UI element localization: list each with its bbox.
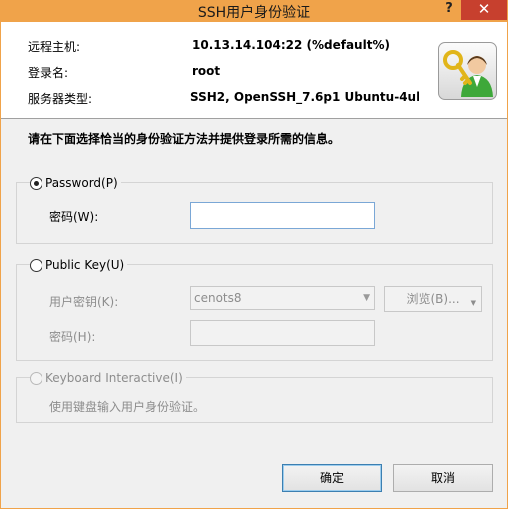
- remote-host-value: 10.13.14.104:22 (%default%): [192, 38, 390, 52]
- user-key-select[interactable]: cenots8 ▼: [190, 286, 375, 310]
- ok-button[interactable]: 确定: [282, 464, 382, 492]
- chevron-down-icon: ▼: [363, 293, 370, 303]
- key-user-icon: [438, 42, 497, 100]
- title-bar: SSH用户身份验证 ? ✕: [0, 0, 508, 22]
- passphrase-label: 密码(H):: [49, 330, 96, 344]
- password-input[interactable]: [190, 202, 375, 229]
- login-name-value: root: [192, 64, 221, 78]
- dropdown-arrow-icon: ▼: [470, 299, 476, 307]
- keyboard-interactive-description: 使用键盘输入用户身份验证。: [49, 400, 206, 414]
- browse-button[interactable]: 浏览(B)... ▼: [384, 286, 482, 312]
- remote-host-label: 远程主机:: [28, 40, 81, 54]
- window-title: SSH用户身份验证: [197, 5, 311, 21]
- dialog-body: 远程主机: 10.13.14.104:22 (%default%) 登录名: r…: [1, 22, 507, 508]
- password-radio-label[interactable]: Password(P): [42, 176, 121, 190]
- user-key-label: 用户密钥(K):: [49, 295, 119, 309]
- public-key-radio-label[interactable]: Public Key(U): [42, 258, 128, 272]
- passphrase-input[interactable]: [190, 320, 375, 346]
- connection-info-panel: 远程主机: 10.13.14.104:22 (%default%) 登录名: r…: [1, 22, 507, 119]
- password-field-label: 密码(W):: [49, 210, 99, 224]
- browse-button-label: 浏览(B)...: [406, 292, 460, 306]
- instruction-text: 请在下面选择恰当的身份验证方法并提供登录所需的信息。: [28, 132, 341, 146]
- server-type-value: SSH2, OpenSSH_7.6p1 Ubuntu-4ubuntu: [190, 90, 419, 104]
- user-key-value: cenots8: [194, 291, 242, 305]
- keyboard-interactive-label[interactable]: Keyboard Interactive(I): [42, 371, 186, 385]
- login-name-label: 登录名:: [28, 66, 69, 80]
- server-type-label: 服务器类型:: [28, 92, 93, 106]
- public-key-group: [16, 264, 493, 361]
- close-button[interactable]: ✕: [461, 0, 507, 20]
- help-button[interactable]: ?: [436, 0, 462, 20]
- cancel-button[interactable]: 取消: [393, 464, 493, 492]
